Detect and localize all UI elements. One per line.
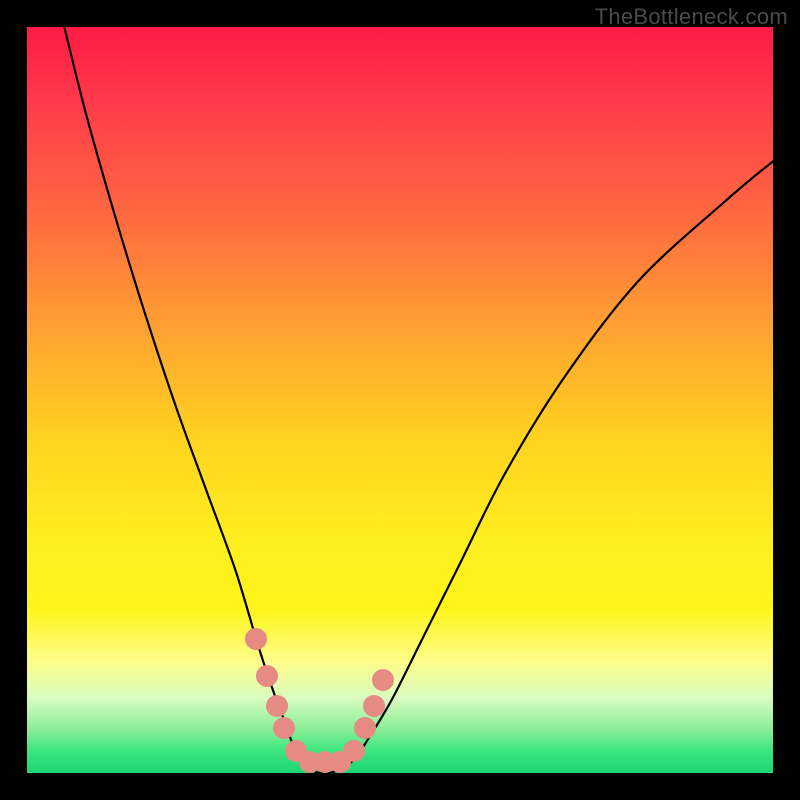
bottleneck-curve	[27, 27, 773, 773]
chart-frame: TheBottleneck.com	[0, 0, 800, 800]
watermark-text: TheBottleneck.com	[595, 4, 788, 30]
plot-area	[27, 27, 773, 773]
